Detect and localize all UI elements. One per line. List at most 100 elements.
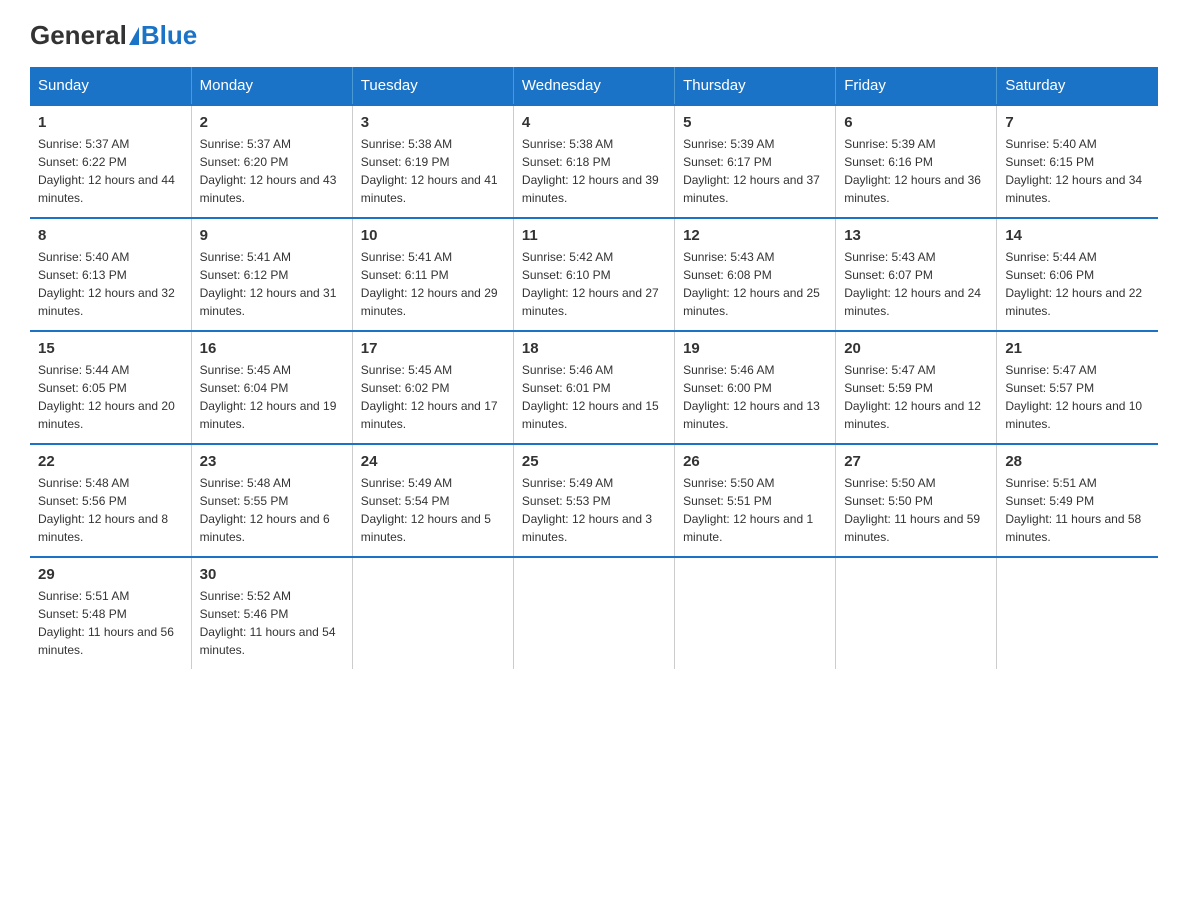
day-number: 12: [683, 227, 827, 244]
day-info: Sunrise: 5:47 AMSunset: 5:59 PMDaylight:…: [844, 361, 988, 433]
day-info: Sunrise: 5:37 AMSunset: 6:20 PMDaylight:…: [200, 135, 344, 207]
day-cell: 29 Sunrise: 5:51 AMSunset: 5:48 PMDaylig…: [30, 557, 191, 669]
day-cell: 6 Sunrise: 5:39 AMSunset: 6:16 PMDayligh…: [836, 105, 997, 218]
day-number: 21: [1005, 340, 1150, 357]
day-info: Sunrise: 5:49 AMSunset: 5:53 PMDaylight:…: [522, 474, 666, 546]
weekday-header-tuesday: Tuesday: [352, 67, 513, 105]
day-cell: 2 Sunrise: 5:37 AMSunset: 6:20 PMDayligh…: [191, 105, 352, 218]
day-cell: 12 Sunrise: 5:43 AMSunset: 6:08 PMDaylig…: [675, 218, 836, 331]
day-cell: 1 Sunrise: 5:37 AMSunset: 6:22 PMDayligh…: [30, 105, 191, 218]
day-number: 17: [361, 340, 505, 357]
day-number: 28: [1005, 453, 1150, 470]
week-row-5: 29 Sunrise: 5:51 AMSunset: 5:48 PMDaylig…: [30, 557, 1158, 669]
week-row-4: 22 Sunrise: 5:48 AMSunset: 5:56 PMDaylig…: [30, 444, 1158, 557]
day-cell: [675, 557, 836, 669]
day-number: 7: [1005, 114, 1150, 131]
weekday-header-friday: Friday: [836, 67, 997, 105]
day-cell: 14 Sunrise: 5:44 AMSunset: 6:06 PMDaylig…: [997, 218, 1158, 331]
day-number: 5: [683, 114, 827, 131]
day-info: Sunrise: 5:41 AMSunset: 6:11 PMDaylight:…: [361, 248, 505, 320]
day-cell: 23 Sunrise: 5:48 AMSunset: 5:55 PMDaylig…: [191, 444, 352, 557]
day-cell: [836, 557, 997, 669]
day-number: 11: [522, 227, 666, 244]
day-number: 30: [200, 566, 344, 583]
day-cell: 11 Sunrise: 5:42 AMSunset: 6:10 PMDaylig…: [513, 218, 674, 331]
day-cell: 10 Sunrise: 5:41 AMSunset: 6:11 PMDaylig…: [352, 218, 513, 331]
logo-general-text: General: [30, 20, 127, 51]
page-header: General Blue: [30, 20, 1158, 47]
day-info: Sunrise: 5:46 AMSunset: 6:00 PMDaylight:…: [683, 361, 827, 433]
day-cell: 5 Sunrise: 5:39 AMSunset: 6:17 PMDayligh…: [675, 105, 836, 218]
day-number: 9: [200, 227, 344, 244]
weekday-header-wednesday: Wednesday: [513, 67, 674, 105]
day-info: Sunrise: 5:50 AMSunset: 5:50 PMDaylight:…: [844, 474, 988, 546]
day-number: 18: [522, 340, 666, 357]
day-cell: 18 Sunrise: 5:46 AMSunset: 6:01 PMDaylig…: [513, 331, 674, 444]
day-info: Sunrise: 5:48 AMSunset: 5:56 PMDaylight:…: [38, 474, 183, 546]
day-cell: 7 Sunrise: 5:40 AMSunset: 6:15 PMDayligh…: [997, 105, 1158, 218]
day-info: Sunrise: 5:44 AMSunset: 6:06 PMDaylight:…: [1005, 248, 1150, 320]
day-info: Sunrise: 5:38 AMSunset: 6:19 PMDaylight:…: [361, 135, 505, 207]
day-cell: [997, 557, 1158, 669]
day-number: 26: [683, 453, 827, 470]
weekday-header-sunday: Sunday: [30, 67, 191, 105]
day-number: 19: [683, 340, 827, 357]
day-cell: 9 Sunrise: 5:41 AMSunset: 6:12 PMDayligh…: [191, 218, 352, 331]
day-info: Sunrise: 5:49 AMSunset: 5:54 PMDaylight:…: [361, 474, 505, 546]
day-cell: 26 Sunrise: 5:50 AMSunset: 5:51 PMDaylig…: [675, 444, 836, 557]
day-number: 15: [38, 340, 183, 357]
day-number: 29: [38, 566, 183, 583]
day-number: 22: [38, 453, 183, 470]
day-number: 8: [38, 227, 183, 244]
day-info: Sunrise: 5:45 AMSunset: 6:02 PMDaylight:…: [361, 361, 505, 433]
day-number: 24: [361, 453, 505, 470]
logo-triangle-icon: [129, 27, 139, 45]
day-cell: 22 Sunrise: 5:48 AMSunset: 5:56 PMDaylig…: [30, 444, 191, 557]
day-info: Sunrise: 5:50 AMSunset: 5:51 PMDaylight:…: [683, 474, 827, 546]
day-number: 14: [1005, 227, 1150, 244]
day-info: Sunrise: 5:43 AMSunset: 6:08 PMDaylight:…: [683, 248, 827, 320]
day-number: 1: [38, 114, 183, 131]
calendar-table: SundayMondayTuesdayWednesdayThursdayFrid…: [30, 67, 1158, 669]
week-row-3: 15 Sunrise: 5:44 AMSunset: 6:05 PMDaylig…: [30, 331, 1158, 444]
day-info: Sunrise: 5:40 AMSunset: 6:13 PMDaylight:…: [38, 248, 183, 320]
day-cell: 24 Sunrise: 5:49 AMSunset: 5:54 PMDaylig…: [352, 444, 513, 557]
day-number: 13: [844, 227, 988, 244]
week-row-1: 1 Sunrise: 5:37 AMSunset: 6:22 PMDayligh…: [30, 105, 1158, 218]
day-info: Sunrise: 5:43 AMSunset: 6:07 PMDaylight:…: [844, 248, 988, 320]
day-cell: 4 Sunrise: 5:38 AMSunset: 6:18 PMDayligh…: [513, 105, 674, 218]
day-cell: 19 Sunrise: 5:46 AMSunset: 6:00 PMDaylig…: [675, 331, 836, 444]
day-number: 4: [522, 114, 666, 131]
day-cell: 16 Sunrise: 5:45 AMSunset: 6:04 PMDaylig…: [191, 331, 352, 444]
day-number: 27: [844, 453, 988, 470]
weekday-header-monday: Monday: [191, 67, 352, 105]
day-cell: 25 Sunrise: 5:49 AMSunset: 5:53 PMDaylig…: [513, 444, 674, 557]
day-info: Sunrise: 5:52 AMSunset: 5:46 PMDaylight:…: [200, 587, 344, 659]
day-number: 20: [844, 340, 988, 357]
weekday-header-row: SundayMondayTuesdayWednesdayThursdayFrid…: [30, 67, 1158, 105]
day-cell: 17 Sunrise: 5:45 AMSunset: 6:02 PMDaylig…: [352, 331, 513, 444]
day-info: Sunrise: 5:39 AMSunset: 6:17 PMDaylight:…: [683, 135, 827, 207]
day-cell: 15 Sunrise: 5:44 AMSunset: 6:05 PMDaylig…: [30, 331, 191, 444]
day-number: 25: [522, 453, 666, 470]
day-cell: 27 Sunrise: 5:50 AMSunset: 5:50 PMDaylig…: [836, 444, 997, 557]
day-cell: 30 Sunrise: 5:52 AMSunset: 5:46 PMDaylig…: [191, 557, 352, 669]
day-cell: 8 Sunrise: 5:40 AMSunset: 6:13 PMDayligh…: [30, 218, 191, 331]
day-info: Sunrise: 5:37 AMSunset: 6:22 PMDaylight:…: [38, 135, 183, 207]
day-number: 6: [844, 114, 988, 131]
day-number: 16: [200, 340, 344, 357]
day-info: Sunrise: 5:48 AMSunset: 5:55 PMDaylight:…: [200, 474, 344, 546]
day-cell: 13 Sunrise: 5:43 AMSunset: 6:07 PMDaylig…: [836, 218, 997, 331]
day-cell: [352, 557, 513, 669]
logo-blue-text: Blue: [141, 20, 197, 51]
day-cell: [513, 557, 674, 669]
weekday-header-thursday: Thursday: [675, 67, 836, 105]
day-number: 2: [200, 114, 344, 131]
logo: General Blue: [30, 20, 197, 47]
day-info: Sunrise: 5:40 AMSunset: 6:15 PMDaylight:…: [1005, 135, 1150, 207]
week-row-2: 8 Sunrise: 5:40 AMSunset: 6:13 PMDayligh…: [30, 218, 1158, 331]
day-info: Sunrise: 5:46 AMSunset: 6:01 PMDaylight:…: [522, 361, 666, 433]
day-info: Sunrise: 5:51 AMSunset: 5:48 PMDaylight:…: [38, 587, 183, 659]
day-number: 10: [361, 227, 505, 244]
day-cell: 21 Sunrise: 5:47 AMSunset: 5:57 PMDaylig…: [997, 331, 1158, 444]
